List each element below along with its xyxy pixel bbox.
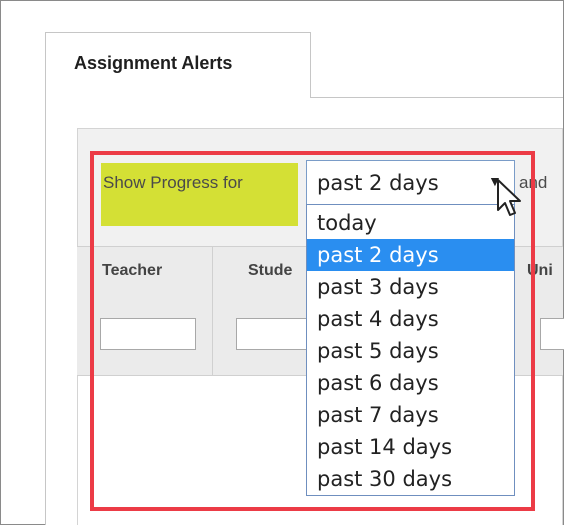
- mouse-pointer-icon: [497, 179, 521, 216]
- column-separator: [212, 246, 213, 376]
- option-past-6-days[interactable]: past 6 days: [307, 367, 514, 399]
- option-past-3-days[interactable]: past 3 days: [307, 271, 514, 303]
- column-header-student[interactable]: Stude: [248, 262, 292, 280]
- option-past-2-days[interactable]: past 2 days: [307, 239, 514, 271]
- option-past-30-days[interactable]: past 30 days: [307, 463, 514, 495]
- option-today[interactable]: today: [307, 207, 514, 239]
- progress-period-selected-value: past 2 days: [317, 171, 439, 195]
- option-past-14-days[interactable]: past 14 days: [307, 431, 514, 463]
- teacher-filter-input[interactable]: [100, 318, 196, 350]
- unit-filter-input[interactable]: [540, 318, 564, 350]
- option-past-5-days[interactable]: past 5 days: [307, 335, 514, 367]
- tab-assignment-alerts-label: Assignment Alerts: [74, 53, 233, 73]
- tab-strip-line: [311, 97, 563, 98]
- column-header-teacher[interactable]: Teacher: [102, 262, 162, 280]
- show-progress-label: Show Progress for: [103, 173, 243, 192]
- progress-period-dropdown[interactable]: today past 2 days past 3 days past 4 day…: [306, 204, 515, 496]
- tab-assignment-alerts[interactable]: Assignment Alerts: [45, 32, 311, 98]
- progress-period-select[interactable]: past 2 days ▼: [306, 160, 515, 205]
- option-past-7-days[interactable]: past 7 days: [307, 399, 514, 431]
- column-header-unit[interactable]: Uni: [527, 262, 553, 280]
- option-past-4-days[interactable]: past 4 days: [307, 303, 514, 335]
- student-filter-input[interactable]: [236, 318, 308, 350]
